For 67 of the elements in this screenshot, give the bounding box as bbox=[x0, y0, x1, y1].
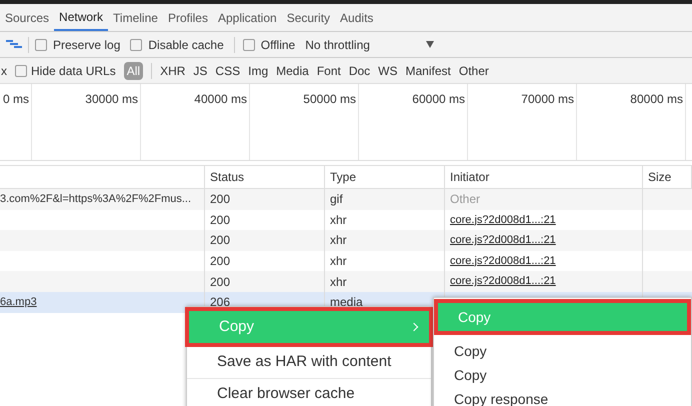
devtools-tab[interactable]: Audits bbox=[335, 5, 378, 31]
checkbox[interactable] bbox=[130, 38, 142, 50]
menu-item[interactable]: Copy bbox=[434, 363, 691, 387]
timeline-tick-label: 30000 ms bbox=[85, 91, 138, 108]
option-label: Preserve log bbox=[53, 36, 120, 54]
type-filter[interactable]: Other bbox=[458, 62, 489, 80]
request-row[interactable]: 200 xhr core.js?2d008d1...:21 bbox=[0, 210, 692, 230]
devtools-tab[interactable]: Profiles bbox=[162, 5, 213, 31]
timeline-tick-label: 60000 ms bbox=[412, 91, 465, 108]
table-cell-text: 200 bbox=[210, 191, 230, 208]
table-cell-text: 200 bbox=[210, 232, 230, 250]
request-row[interactable]: 200 xhr core.js?2d008d1...:21 bbox=[0, 230, 692, 251]
column-header[interactable]: Status bbox=[205, 166, 325, 188]
table-cell-text: xhr bbox=[330, 212, 347, 229]
option-label: Offline bbox=[260, 36, 296, 54]
checkbox[interactable] bbox=[35, 38, 47, 50]
throttling-select[interactable]: No throttling bbox=[305, 36, 434, 54]
type-filter[interactable]: Media bbox=[276, 62, 309, 80]
table-cell-text: 200 bbox=[210, 212, 230, 229]
table-cell-text: xhr bbox=[330, 274, 347, 291]
type-filter[interactable]: WS bbox=[378, 62, 398, 80]
option-label: Disable cache bbox=[148, 36, 224, 54]
devtools-tab[interactable]: Application bbox=[212, 5, 282, 31]
timeline-tick-label: 50000 ms bbox=[303, 91, 356, 108]
timeline-tick-label: 0 ms bbox=[2, 91, 29, 108]
initiator-link[interactable]: core.js?2d008d1...:21 bbox=[450, 273, 556, 290]
table-cell-text: 206 bbox=[210, 294, 230, 312]
cut-text: x bbox=[1, 62, 7, 80]
option-label: Hide data URLs bbox=[31, 62, 116, 80]
request-row[interactable]: 200 xhr core.js?2d008d1...:21 bbox=[0, 271, 692, 292]
table-cell-text: media bbox=[330, 294, 363, 312]
table-cell-text: 200 bbox=[210, 274, 230, 291]
table-cell-text: Other bbox=[450, 191, 480, 208]
type-filter[interactable]: CSS bbox=[215, 62, 240, 80]
type-filter[interactable]: Manifest bbox=[406, 62, 451, 80]
type-filter[interactable]: JS bbox=[193, 62, 208, 80]
checkbox[interactable] bbox=[15, 64, 27, 76]
table-cell-text: xhr bbox=[330, 232, 347, 250]
column-header[interactable]: Initiator bbox=[445, 166, 643, 188]
column-header[interactable]: Type bbox=[325, 166, 445, 188]
request-name[interactable]: 3.com%2F&l=https%3A%2F%2Fmus... bbox=[0, 191, 192, 208]
timeline-tick-label: 80000 ms bbox=[630, 91, 683, 108]
menu-item[interactable]: Save as HAR with content bbox=[187, 347, 431, 379]
menu-item[interactable]: Clear browser cache bbox=[187, 379, 431, 406]
column-header[interactable]: Size bbox=[643, 166, 692, 188]
table-cell-text: xhr bbox=[330, 253, 347, 270]
checkbox[interactable] bbox=[242, 38, 255, 50]
request-name[interactable]: 6a.mp3 bbox=[0, 294, 37, 311]
request-row[interactable]: 3.com%2F&l=https%3A%2F%2Fmus... 200 gif Other bbox=[0, 189, 692, 210]
type-filter[interactable]: Doc bbox=[348, 62, 370, 80]
timeline-tick-label: 40000 ms bbox=[194, 91, 247, 108]
dropdown-arrow-icon bbox=[426, 41, 434, 48]
devtools-tab[interactable]: Timeline bbox=[108, 5, 163, 31]
filter-icon[interactable] bbox=[6, 40, 22, 50]
initiator-link[interactable]: core.js?2d008d1...:21 bbox=[450, 212, 556, 228]
timeline-tick-label: 70000 ms bbox=[521, 91, 574, 108]
table-cell-text: 200 bbox=[210, 253, 230, 270]
request-row[interactable]: 200 xhr core.js?2d008d1...:21 bbox=[0, 250, 692, 272]
type-filter[interactable]: Font bbox=[316, 62, 341, 80]
initiator-link[interactable]: core.js?2d008d1...:21 bbox=[450, 232, 556, 249]
menu-item[interactable]: Copy bbox=[434, 339, 691, 363]
table-cell-text: gif bbox=[330, 191, 343, 208]
devtools-tab[interactable]: Security bbox=[282, 5, 336, 31]
initiator-link[interactable]: core.js?2d008d1...:21 bbox=[450, 252, 556, 270]
type-filter[interactable]: Img bbox=[248, 62, 268, 80]
type-filter[interactable]: XHR bbox=[160, 62, 186, 80]
devtools-tab[interactable]: Sources bbox=[0, 5, 54, 31]
